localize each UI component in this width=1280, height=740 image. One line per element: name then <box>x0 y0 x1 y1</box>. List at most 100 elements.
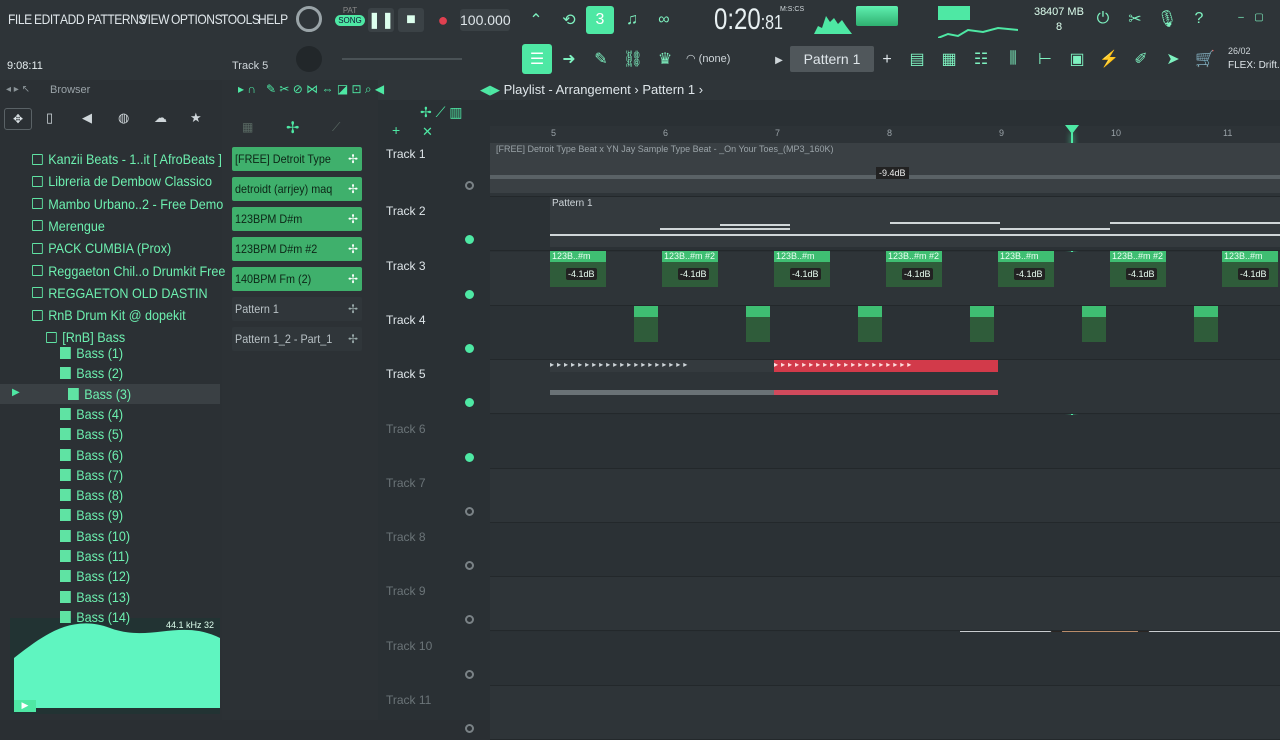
browser-audio-file[interactable]: Bass (12) <box>60 566 130 586</box>
track-header[interactable]: Track 6 <box>378 415 488 469</box>
audio-clip[interactable]: 123B..#m #2 -4.1dB <box>1110 251 1166 287</box>
browser-audio-file[interactable]: Bass (6) <box>60 445 123 465</box>
browser-cloud-tab[interactable]: ☁ <box>154 110 167 126</box>
audio-clip[interactable]: 123B..#m -4.1dB <box>998 251 1054 287</box>
playlist-menu-icon[interactable]: ◀▶ <box>480 82 500 97</box>
piano-roll-button[interactable]: ▦ <box>936 46 962 72</box>
browser-favorites-tab[interactable]: ★ <box>190 110 202 126</box>
browser-audio-file[interactable]: Bass (11) <box>60 546 129 566</box>
track-lane[interactable] <box>490 631 1280 686</box>
browser-audio-file[interactable]: Bass (7) <box>60 465 123 485</box>
browser-audio-file[interactable]: Bass (8) <box>60 485 123 505</box>
wait-record-button[interactable]: ⟲ <box>555 6 583 34</box>
stamp-button[interactable]: ♛ <box>652 46 678 72</box>
picker-item[interactable]: Pattern 1 ✢ <box>232 297 362 321</box>
track-lane[interactable] <box>490 414 1280 469</box>
plugin-button[interactable]: ⚡ <box>1096 46 1122 72</box>
metronome-button[interactable]: ⌃ <box>522 6 550 34</box>
pencil-tool-button[interactable]: ✎ <box>588 46 614 72</box>
record-button[interactable]: ● <box>430 8 456 32</box>
channel-rack-button[interactable]: ☷ <box>968 46 994 72</box>
track-header[interactable]: Track 5 <box>378 360 488 414</box>
playlist-snap-icon[interactable]: ✢ ⟋ ▥ <box>420 104 463 121</box>
track-mute-led[interactable] <box>465 561 474 571</box>
stop-button[interactable]: ■ <box>398 8 424 32</box>
browser-audio-file[interactable]: Bass (1) <box>60 343 123 363</box>
browser-audio-file[interactable]: Bass (10) <box>60 526 130 546</box>
add-pattern-button[interactable]: + <box>878 50 896 70</box>
maximize-button[interactable]: ▢ <box>1252 10 1266 24</box>
track-header[interactable]: Track 7 <box>378 469 488 523</box>
picker-item[interactable]: [FREE] Detroit Type B... ✢ <box>232 147 362 171</box>
audio-clip[interactable]: 123B..#m -4.1dB <box>774 251 830 287</box>
track-header[interactable]: Track 9 <box>378 577 488 631</box>
playhead-marker-icon[interactable] <box>1065 125 1079 134</box>
pause-button[interactable]: ❚❚ <box>368 8 394 32</box>
close-icon[interactable]: ✕ <box>422 124 433 140</box>
picker-item[interactable]: 123BPM D#m ✢ <box>232 207 362 231</box>
audio-clip[interactable] <box>634 306 658 342</box>
browser-audio-file[interactable]: Bass (14) <box>60 607 130 627</box>
browser-audio-file[interactable]: Bass (13) <box>60 587 130 607</box>
track-header[interactable]: Track 1 <box>378 143 488 197</box>
send-button[interactable]: ➤ <box>1160 46 1186 72</box>
browser-all-tab[interactable]: ✥ <box>4 108 32 130</box>
audio-clip[interactable] <box>970 306 994 342</box>
drag-icon[interactable]: ✢ <box>348 302 358 316</box>
track-mute-led[interactable] <box>465 398 474 408</box>
play-pattern-button[interactable]: ▶ <box>772 50 786 70</box>
link-button[interactable]: ⛓ <box>620 46 646 72</box>
playlist-view-button[interactable]: ☰ <box>522 44 552 74</box>
record-audio-button[interactable]: 🎙 <box>1156 8 1178 30</box>
blend-notes-button[interactable]: ♫ <box>618 6 646 34</box>
preview-arrow-icon[interactable]: ▶ <box>12 387 20 398</box>
menu-tools[interactable]: TOOLS <box>221 11 260 27</box>
audio-clip[interactable] <box>1194 306 1218 342</box>
countdown-button[interactable]: 3 <box>586 6 614 34</box>
tools-button[interactable]: ✂ <box>1124 8 1146 30</box>
track-mute-led[interactable] <box>465 289 474 299</box>
picker-item[interactable]: 140BPM Fm (2) ✢ <box>232 267 362 291</box>
browser-web-tab[interactable]: ◍ <box>118 110 129 126</box>
browser-audio-file[interactable]: Bass (5) <box>60 424 123 444</box>
menu-edit[interactable]: EDIT <box>34 11 60 27</box>
menu-help[interactable]: HELP <box>258 11 288 27</box>
track-mute-led[interactable] <box>465 181 474 190</box>
browser-audio-file[interactable]: Bass (2) <box>60 363 123 383</box>
browser-folder[interactable]: REGGAETON OLD DASTIN <box>32 283 208 303</box>
browser-folder[interactable]: Kanzii Beats - 1..it [ AfroBeats ] <box>32 149 222 169</box>
playlist-pattern[interactable]: Pattern 1 <box>642 82 695 97</box>
audio-clip[interactable] <box>1082 306 1106 342</box>
track-lane[interactable] <box>490 686 1280 740</box>
drag-icon[interactable]: ✢ <box>348 272 358 286</box>
browser-folder[interactable]: PACK CUMBIA (Prox) <box>32 238 171 258</box>
menu-view[interactable]: VIEW <box>140 11 169 27</box>
track-header[interactable]: Track 11 <box>378 686 488 740</box>
track-lane[interactable] <box>490 468 1280 523</box>
picker-audio-icon[interactable]: ✢ <box>286 118 299 138</box>
pattern-clip-track5[interactable]: ▸▸▸▸▸▸▸▸▸▸▸▸▸▸▸▸▸▸▸▸ ▸▸▸▸▸▸▸▸▸▸▸▸▸▸▸▸▸▸▸▸ <box>550 360 998 400</box>
loop-record-button[interactable]: ∞ <box>650 6 678 34</box>
drag-icon[interactable]: ✢ <box>348 332 358 346</box>
menu-options[interactable]: OPTIONS <box>171 11 223 27</box>
tempo-slider[interactable] <box>342 58 462 60</box>
menu-patterns[interactable]: PATTERNS <box>87 11 146 27</box>
timeline-ruler[interactable] <box>490 126 1280 144</box>
mixer-button[interactable]: ▤ <box>904 46 930 72</box>
tempo-display[interactable]: 100.000 <box>460 9 511 31</box>
track-header[interactable]: Track 3 <box>378 252 488 306</box>
browser-audio-file[interactable]: Bass (9) <box>60 505 123 525</box>
browser-files-tab[interactable]: ▯ <box>46 110 53 126</box>
power-button[interactable]: ⏻ <box>1092 8 1114 30</box>
picker-automation-icon[interactable]: ⟋ <box>332 120 340 135</box>
cart-button[interactable]: 🛒 <box>1192 46 1218 72</box>
pattern-selector[interactable]: Pattern 1 <box>790 46 874 72</box>
drag-icon[interactable]: ✢ <box>348 212 358 226</box>
minimize-button[interactable]: – <box>1234 10 1248 24</box>
picker-item[interactable]: Pattern 1_2 - Part_1 ✢ <box>232 327 362 351</box>
picker-pattern-icon[interactable]: ▦ <box>242 120 253 134</box>
playlist-tools[interactable]: ▸ ∩ ✎ ✂ ⊘ ⋈ ⇔ ◪ ⊡ ⌕ ◀ <box>238 82 384 97</box>
track-lane[interactable] <box>490 577 1280 632</box>
news-text[interactable]: FLEX: Drift. <box>1228 60 1280 71</box>
track-header[interactable]: Track 2 <box>378 197 488 251</box>
